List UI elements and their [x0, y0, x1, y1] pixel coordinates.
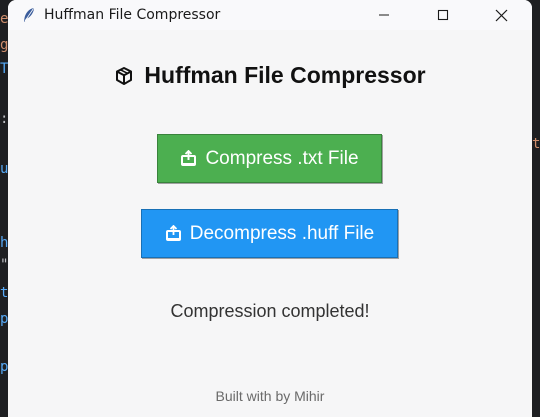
window-title: Huffman File Compressor — [44, 7, 221, 23]
upload-tray-icon — [181, 150, 197, 166]
package-box-icon — [116, 66, 133, 85]
title-bar[interactable]: Huffman File Compressor — [8, 0, 532, 30]
status-message: Compression completed! — [170, 301, 370, 321]
page-title: Huffman File Compressor — [8, 62, 532, 89]
close-button[interactable] — [478, 0, 524, 30]
close-icon — [495, 9, 507, 21]
decompress-button[interactable]: Decompress .huff File — [141, 209, 398, 258]
minimize-button[interactable] — [361, 0, 407, 30]
footer-credit: Built with by Mihir — [215, 388, 325, 404]
compress-button-label: Compress .txt File — [205, 147, 359, 169]
app-window: Huffman File Compressor Huffman File Com… — [8, 0, 532, 417]
compress-button[interactable]: Compress .txt File — [157, 134, 382, 183]
feather-icon — [24, 8, 34, 22]
maximize-icon — [437, 9, 449, 21]
minimize-icon — [379, 14, 389, 16]
upload-tray-icon — [165, 225, 181, 241]
decompress-button-label: Decompress .huff File — [189, 222, 375, 244]
page-title-text: Huffman File Compressor — [144, 62, 426, 88]
maximize-button[interactable] — [420, 0, 466, 30]
editor-char: t — [532, 136, 540, 152]
